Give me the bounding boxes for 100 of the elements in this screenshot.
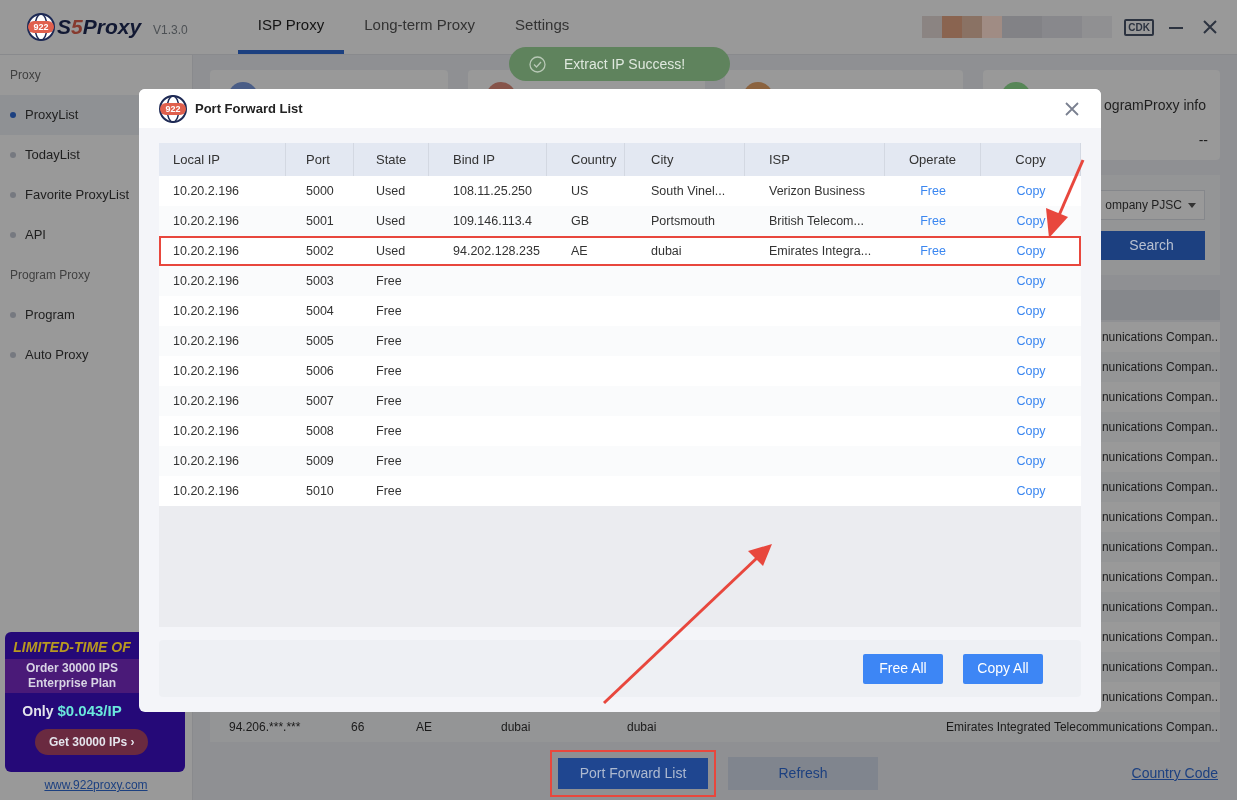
table-cell-text: Portsmouth [650, 212, 716, 230]
version-label: V1.3.0 [153, 22, 188, 39]
logo-badge: 922 [28, 21, 54, 33]
promo-only: Only [22, 702, 54, 721]
bullet-icon [10, 112, 16, 118]
table-cell-text: nunications Compan.. [1101, 329, 1219, 346]
table-cell-text: 5006 [305, 362, 335, 380]
table-cell-text: 94.206.***.*** [229, 719, 302, 736]
table-cell-text: 10.20.2.196 [172, 392, 241, 410]
free-all-button[interactable]: Free All [863, 653, 943, 684]
table-cell-text: 10.20.2.196 [172, 302, 241, 320]
table-cell-text: 10.20.2.196 [172, 212, 241, 230]
table-cell-text: Free [375, 422, 403, 440]
table-cell-text: Emirates Integrated Telecommunications Compan.. [946, 719, 1219, 736]
country-code-link[interactable]: Country Code [1131, 763, 1218, 784]
stat-title: ogramProxy info [1104, 96, 1206, 115]
table-cell-text: 5005 [305, 332, 335, 350]
table-cell-text: 10.20.2.196 [172, 182, 241, 200]
copy-link[interactable]: Copy [1016, 423, 1046, 438]
close-icon[interactable] [1202, 19, 1218, 35]
copy-link[interactable]: Copy [1016, 213, 1046, 228]
table-cell-text: nunications Compan.. [1101, 449, 1219, 466]
table-cell-text: Free [375, 362, 403, 380]
stat-value: -- [1198, 131, 1208, 150]
copy-link[interactable]: Copy [1016, 453, 1046, 468]
table-cell-text: 5002 [305, 242, 335, 260]
promo-headline: LIMITED-TIME OF [12, 638, 132, 656]
table-cell-text: Free [375, 392, 403, 410]
free-link[interactable]: Free [920, 213, 946, 228]
table-cell-text: nunications Compan.. [1101, 359, 1219, 376]
table-cell-text: nunications Compan.. [1101, 659, 1219, 676]
table-cell-text: nunications Compan.. [1101, 569, 1219, 586]
table-cell-text: Free [375, 452, 403, 470]
table-cell-text: Used [375, 182, 407, 200]
table-cell-text: 10.20.2.196 [172, 332, 241, 350]
table-cell-text: nunications Compan.. [1101, 509, 1219, 526]
copy-link[interactable]: Copy [1016, 363, 1046, 378]
promo-text: Enterprise Plan [28, 676, 116, 691]
refresh-button[interactable]: Refresh [728, 757, 878, 790]
copy-link[interactable]: Copy [1016, 273, 1046, 288]
table-cell-text: dubai [650, 242, 683, 260]
toast-message: Extract IP Success! [564, 54, 686, 74]
table-cell-text: 66 [351, 719, 366, 736]
table-cell-text: 5009 [305, 452, 335, 470]
copy-link[interactable]: Copy [1016, 393, 1046, 408]
free-link[interactable]: Free [920, 183, 946, 198]
table-cell-text: Free [375, 482, 403, 500]
table-cell-text: nunications Compan.. [1101, 389, 1219, 406]
port-forward-button[interactable]: Port Forward List [558, 758, 708, 789]
table-cell-text: dubai [627, 719, 657, 736]
table-cell-text: 10.20.2.196 [172, 422, 241, 440]
search-button[interactable]: Search [1098, 231, 1205, 260]
table-cell-text: AE [416, 719, 433, 736]
cdk-button[interactable]: CDK [1124, 18, 1154, 36]
website-link[interactable]: www.922proxy.com [0, 772, 192, 800]
table-cell-text: nunications Compan.. [1101, 539, 1219, 556]
promo-button[interactable]: Get 30000 IPs › [35, 728, 149, 755]
table-cell-text: 5000 [305, 182, 335, 200]
nav-tab[interactable]: Long-term Proxy [344, 0, 496, 54]
table-cell-text: 109.146.113.4 [452, 212, 533, 230]
table-cell-text: 5004 [305, 302, 335, 320]
copy-link[interactable]: Copy [1016, 183, 1046, 198]
table-cell-text: Used [375, 212, 407, 230]
nav-tab[interactable]: Settings [495, 0, 590, 54]
table-cell-text: 5010 [305, 482, 335, 500]
table-cell-text: 5001 [305, 212, 335, 230]
bullet-icon [10, 352, 16, 358]
copy-link[interactable]: Copy [1016, 303, 1046, 318]
table-cell-text: Free [375, 272, 403, 290]
table-cell-text: Free [375, 332, 403, 350]
caret-icon [1188, 202, 1196, 208]
table-cell-text: Used [375, 242, 407, 260]
table-cell-text: South Vinel... [650, 182, 727, 200]
table-cell-text: nunications Compan.. [1101, 689, 1219, 706]
copy-link[interactable]: Copy [1016, 333, 1046, 348]
isp-select[interactable]: ompany PJSC [1098, 190, 1205, 220]
table-cell-text: 5003 [305, 272, 335, 290]
table-cell-text: 10.20.2.196 [172, 482, 241, 500]
promo-price: $0.043/IP [57, 701, 122, 721]
copy-link[interactable]: Copy [1016, 483, 1046, 498]
bullet-icon [10, 312, 16, 318]
table-cell-text: nunications Compan.. [1101, 599, 1219, 616]
table-cell-text: 94.202.128.235 [452, 242, 541, 260]
table-cell-text: 10.20.2.196 [172, 242, 241, 260]
close-icon[interactable] [1065, 101, 1079, 116]
copy-all-button[interactable]: Copy All [963, 653, 1043, 684]
table-cell-text: nunications Compan.. [1101, 419, 1219, 436]
table-cell-text: British Telecom... [768, 212, 865, 230]
promo-text: Order 30000 IPS [25, 661, 119, 676]
table-cell-text: 5007 [305, 392, 335, 410]
table-cell-text: US [570, 182, 590, 200]
bullet-icon [10, 192, 16, 198]
table-cell-text: Emirates Integra... [768, 242, 873, 260]
bullet-icon [10, 152, 16, 158]
check-circle-icon [529, 55, 546, 73]
bullet-icon [10, 232, 16, 238]
table-cell-text: nunications Compan.. [1101, 479, 1219, 496]
copy-link[interactable]: Copy [1016, 243, 1046, 258]
table-cell-text: 10.20.2.196 [172, 362, 241, 380]
free-link[interactable]: Free [920, 243, 946, 258]
